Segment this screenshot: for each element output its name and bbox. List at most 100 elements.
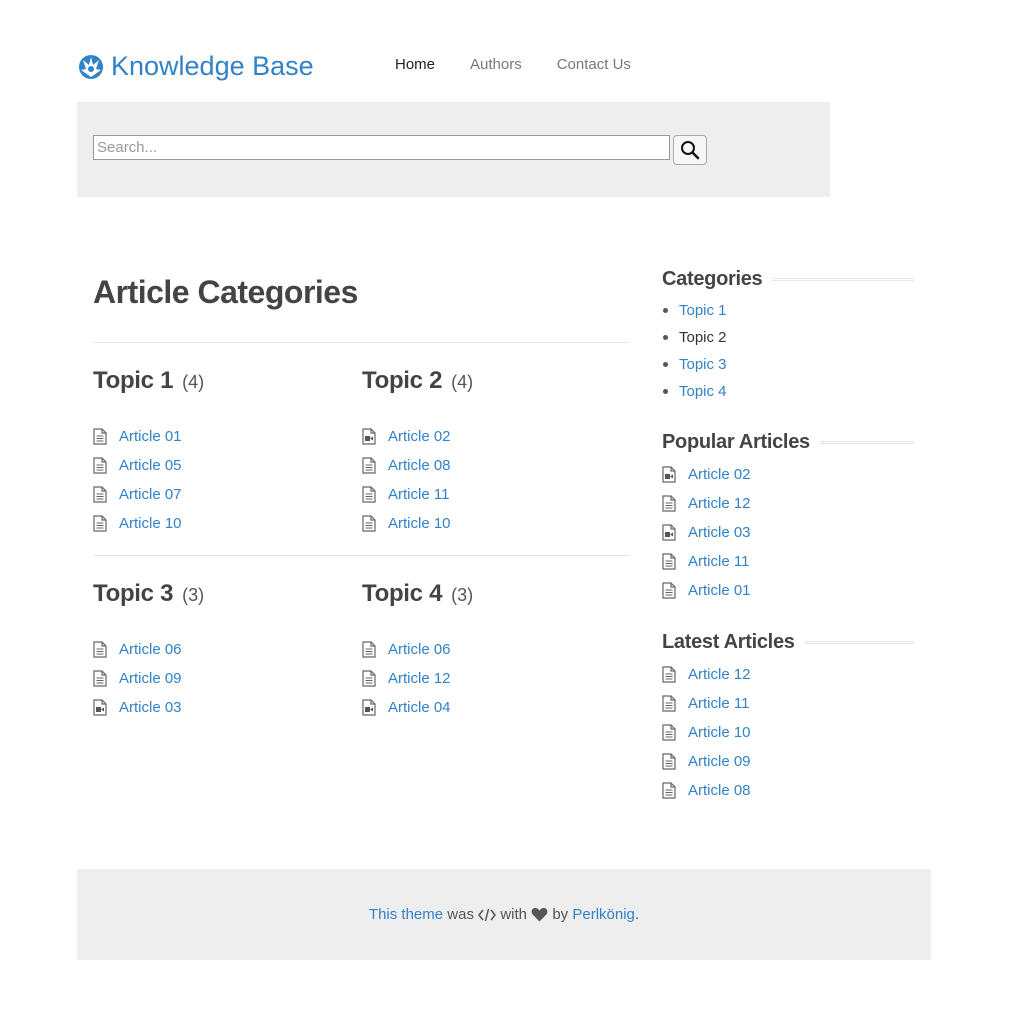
topic-4-block: Topic 4 (3) Article 06 Article 12 Articl… [362, 580, 612, 722]
topic-title[interactable]: Topic 1 [93, 367, 173, 395]
document-icon [662, 495, 676, 512]
article-link[interactable]: Article 03 [688, 524, 751, 541]
section-title: Categories [662, 267, 763, 290]
list-item: Article 09 [93, 664, 343, 693]
article-link[interactable]: Article 11 [688, 553, 749, 570]
category-link[interactable]: Topic 1 [679, 302, 727, 319]
article-link[interactable]: Article 10 [388, 515, 451, 532]
list-item: Article 10 [662, 718, 751, 747]
search-icon [681, 141, 700, 160]
footer: This theme was with by Perlkönig . [77, 869, 931, 960]
article-link[interactable]: Article 09 [688, 753, 751, 770]
document-icon [93, 428, 107, 445]
article-link[interactable]: Article 02 [388, 428, 451, 445]
popular-articles-heading: Popular Articles [662, 429, 914, 455]
main-nav: Home Authors Contact Us [395, 55, 666, 75]
list-item: Article 02 [362, 422, 612, 451]
category-link[interactable]: Topic 3 [679, 356, 727, 373]
list-item: Topic 2 [662, 324, 727, 351]
article-list: Article 01 Article 05 Article 07 Article… [93, 422, 343, 538]
video-document-icon [93, 699, 107, 716]
topic-title[interactable]: Topic 4 [362, 580, 442, 608]
topic-count: (4) [451, 372, 474, 392]
list-item: Article 11 [662, 547, 751, 576]
topic-3-block: Topic 3 (3) Article 06 Article 09 Articl… [93, 580, 343, 722]
document-icon [662, 753, 676, 770]
list-item: Topic 4 [662, 378, 727, 405]
article-link[interactable]: Article 08 [388, 457, 451, 474]
article-link[interactable]: Article 08 [688, 782, 751, 799]
code-icon [478, 908, 497, 921]
document-icon [662, 582, 676, 599]
document-icon [362, 486, 376, 503]
nav-home[interactable]: Home [395, 55, 435, 75]
document-icon [362, 515, 376, 532]
list-item: Article 11 [362, 480, 612, 509]
article-link[interactable]: Article 02 [688, 466, 751, 483]
footer-text-was: was [447, 906, 474, 923]
document-icon [362, 457, 376, 474]
brand-link[interactable]: Knowledge Base [77, 48, 314, 84]
video-document-icon [362, 699, 376, 716]
page-title: Article Categories [93, 274, 358, 310]
author-link[interactable]: Perlkönig [572, 906, 635, 923]
topic-title[interactable]: Topic 2 [362, 367, 442, 395]
footer-period: . [634, 906, 640, 923]
list-item: Article 05 [93, 451, 343, 480]
article-link[interactable]: Article 12 [688, 495, 751, 512]
list-item: Article 10 [362, 509, 612, 538]
list-item: Article 11 [662, 689, 751, 718]
article-link[interactable]: Article 04 [388, 699, 451, 716]
section-title: Latest Articles [662, 630, 795, 653]
article-link[interactable]: Article 10 [119, 515, 182, 532]
search-button[interactable] [673, 135, 707, 165]
search-band [77, 102, 830, 197]
heading-rule [804, 640, 914, 644]
topic-2-block: Topic 2 (4) Article 02 Article 08 Articl… [362, 367, 612, 538]
list-item: Article 07 [93, 480, 343, 509]
list-item: Topic 1 [662, 297, 727, 324]
list-item: Topic 3 [662, 351, 727, 378]
category-link[interactable]: Topic 4 [679, 383, 727, 400]
nav-contact-us[interactable]: Contact Us [557, 55, 631, 75]
divider [93, 342, 629, 343]
section-title: Popular Articles [662, 430, 810, 453]
document-icon [662, 695, 676, 712]
article-link[interactable]: Article 01 [119, 428, 182, 445]
article-link[interactable]: Article 09 [119, 670, 182, 687]
document-icon [662, 666, 676, 683]
topic-count: (3) [451, 585, 474, 605]
brand-name: Knowledge Base [111, 50, 314, 81]
nav-authors[interactable]: Authors [470, 55, 522, 75]
article-link[interactable]: Article 06 [388, 641, 451, 658]
heading-rule [772, 277, 914, 281]
article-list: Article 06 Article 12 Article 04 [362, 635, 612, 722]
article-link[interactable]: Article 06 [119, 641, 182, 658]
search-input[interactable] [93, 135, 670, 160]
article-link[interactable]: Article 11 [688, 695, 749, 712]
article-list: Article 06 Article 09 Article 03 [93, 635, 343, 722]
article-link[interactable]: Article 12 [688, 666, 751, 683]
article-link[interactable]: Article 12 [388, 670, 451, 687]
document-icon [362, 670, 376, 687]
document-icon [662, 724, 676, 741]
category-link-current[interactable]: Topic 2 [679, 329, 727, 346]
list-item: Article 03 [662, 518, 751, 547]
article-link[interactable]: Article 01 [688, 582, 751, 599]
bullet [663, 389, 668, 394]
article-link[interactable]: Article 07 [119, 486, 182, 503]
article-link[interactable]: Article 11 [388, 486, 449, 503]
document-icon [93, 457, 107, 474]
article-link[interactable]: Article 03 [119, 699, 182, 716]
bullet [663, 308, 668, 313]
theme-link[interactable]: This theme [369, 906, 443, 923]
bullet [663, 335, 668, 340]
list-item: Article 12 [362, 664, 612, 693]
rebel-logo-icon [79, 55, 103, 79]
document-icon [93, 515, 107, 532]
list-item: Article 12 [662, 489, 751, 518]
article-link[interactable]: Article 10 [688, 724, 751, 741]
article-link[interactable]: Article 05 [119, 457, 182, 474]
document-icon [93, 641, 107, 658]
topic-title[interactable]: Topic 3 [93, 580, 173, 608]
